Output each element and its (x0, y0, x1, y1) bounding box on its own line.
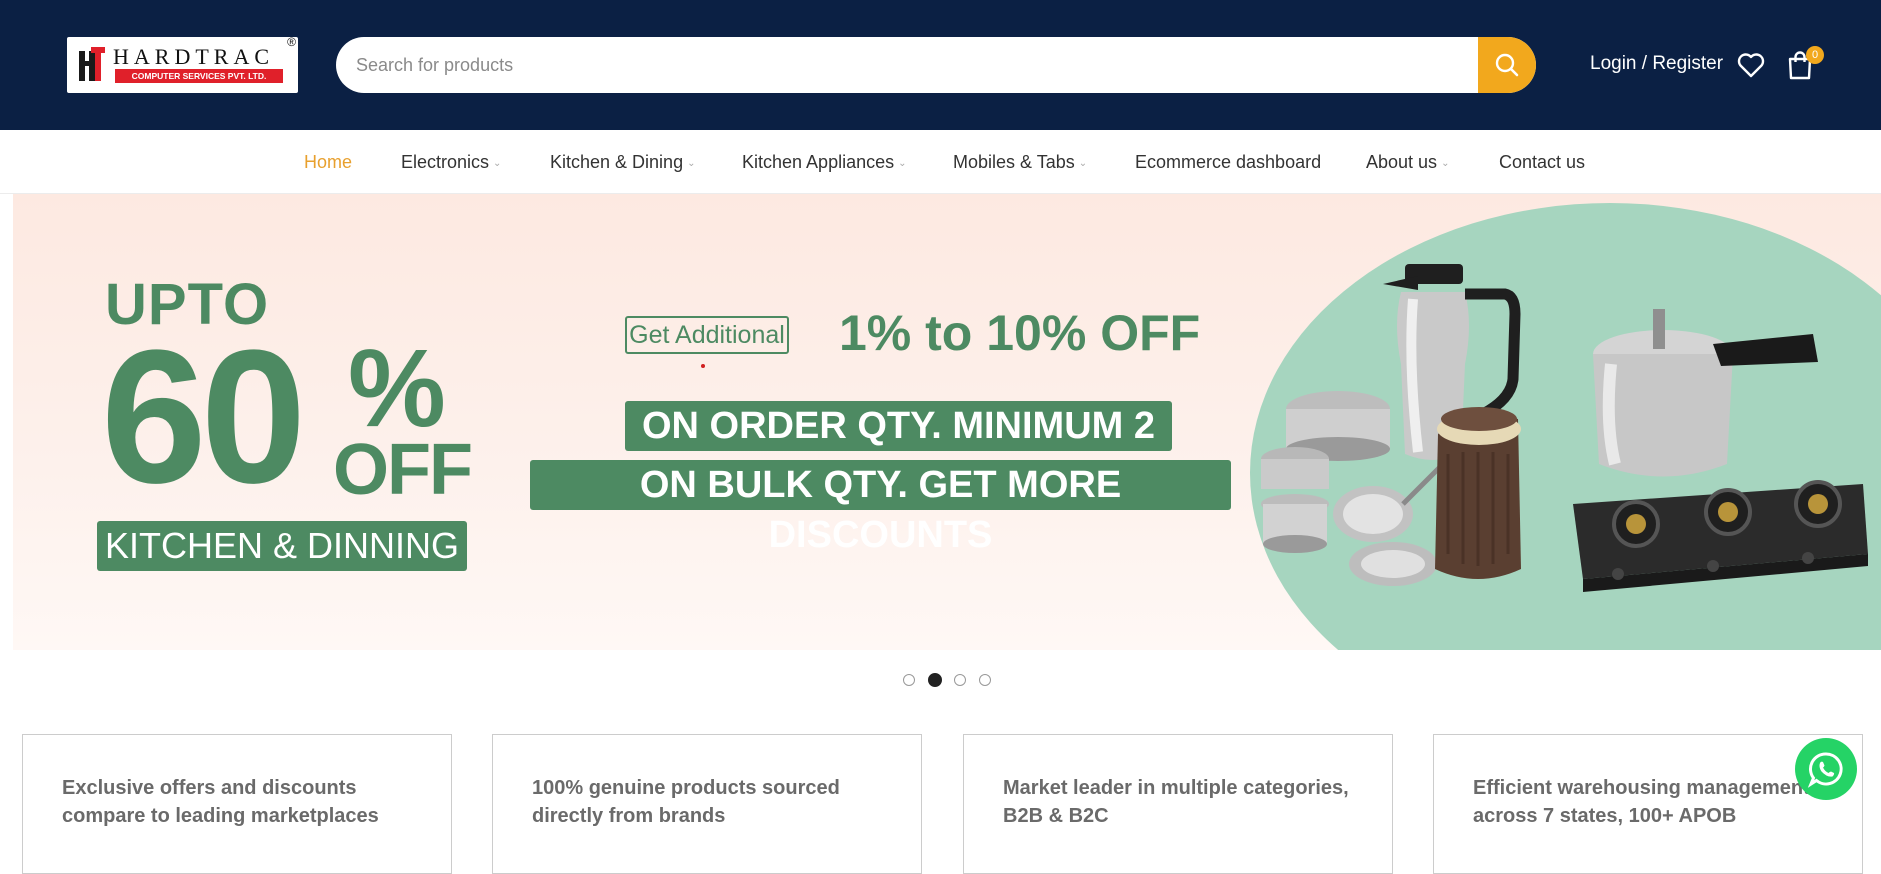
whatsapp-icon (1807, 752, 1843, 788)
pressure-cooker-icon (1593, 309, 1818, 477)
nav-item-home[interactable]: Home (304, 152, 352, 173)
slider-dot-1[interactable] (903, 674, 915, 686)
kitchen-products-image (1261, 264, 1868, 592)
feature-card: 100% genuine products sourced directly f… (492, 734, 922, 874)
chevron-down-icon: ⌄ (687, 157, 696, 169)
nav-label: About us (1366, 152, 1438, 172)
banner-off: OFF (333, 430, 473, 510)
chevron-down-icon: ⌄ (1441, 157, 1450, 169)
banner-get-additional: Get Additional (625, 316, 789, 354)
search-icon (1495, 53, 1519, 77)
slider-pagination (903, 673, 1003, 688)
nav-label: Home (304, 152, 353, 172)
chevron-down-icon: ⌄ (1078, 157, 1088, 169)
nav-label: Ecommerce dashboard (1135, 152, 1322, 172)
banner-percent: % (348, 327, 446, 450)
banner-range-off: 1% to 10% OFF (839, 305, 1201, 361)
feature-card: Market leader in multiple categories, B2… (963, 734, 1393, 874)
feature-text: Market leader in multiple categories, B2… (1003, 777, 1349, 827)
search-bar (336, 37, 1536, 93)
logo-registered-mark: ® (287, 35, 296, 49)
nav-label: Kitchen & Dining (550, 152, 684, 172)
logo-mark-icon (79, 47, 105, 81)
nav-item-electronics[interactable]: Electronics ⌄ (401, 152, 501, 173)
feature-text: Exclusive offers and discounts compare t… (62, 777, 379, 827)
site-logo[interactable]: HARDTRAC ® COMPUTER SERVICES PVT. LTD. (67, 35, 298, 93)
nav-item-about-us[interactable]: About us ⌄ (1366, 152, 1449, 173)
hero-banner[interactable]: UPTO 60 % OFF KITCHEN & DINNING Get Addi… (13, 194, 1881, 650)
gas-stove-icon (1573, 480, 1868, 592)
search-button[interactable] (1478, 37, 1536, 93)
search-input[interactable] (336, 37, 1476, 93)
banner-red-dot (701, 364, 705, 368)
logo-tagline: COMPUTER SERVICES PVT. LTD. (115, 69, 283, 83)
nav-label: Contact us (1499, 152, 1586, 172)
nav-item-contact-us[interactable]: Contact us (1499, 152, 1585, 173)
nav-label: Mobiles & Tabs (953, 152, 1075, 172)
slider-dot-2[interactable] (928, 673, 942, 687)
nav-item-kitchen-dining[interactable]: Kitchen & Dining ⌄ (550, 152, 695, 173)
banner-category-label: KITCHEN & DINNING (97, 521, 467, 571)
whatsapp-button[interactable] (1795, 738, 1857, 800)
logo-name: HARDTRAC (113, 44, 275, 69)
nav-item-mobiles-tabs[interactable]: Mobiles & Tabs ⌄ (953, 152, 1087, 173)
nav-label: Electronics (401, 152, 490, 172)
site-header: HARDTRAC ® COMPUTER SERVICES PVT. LTD. L… (0, 0, 1881, 130)
login-register-link[interactable]: Login / Register (1590, 53, 1723, 75)
feature-text: 100% genuine products sourced directly f… (532, 777, 840, 827)
banner-bulk-strip: ON BULK QTY. GET MORE DISCOUNTS (530, 460, 1231, 556)
banner-big-number: 60 (101, 311, 306, 523)
cart-count-badge: 0 (1806, 46, 1824, 64)
nav-item-kitchen-appliances[interactable]: Kitchen Appliances ⌄ (742, 152, 907, 173)
slider-dot-4[interactable] (979, 674, 991, 686)
main-nav: Home Electronics ⌄ Kitchen & Dining ⌄ Kitc… (0, 130, 1881, 194)
feature-card: Exclusive offers and discounts compare t… (22, 734, 452, 874)
nav-item-ecommerce-dashboard[interactable]: Ecommerce dashboard (1135, 152, 1321, 173)
slider-dot-3[interactable] (954, 674, 966, 686)
fry-pans-icon (1333, 452, 1455, 586)
heart-icon[interactable] (1737, 52, 1765, 78)
feature-text: Efficient warehousing management across … (1473, 777, 1810, 827)
chevron-down-icon: ⌄ (493, 157, 502, 169)
nav-label: Kitchen Appliances (742, 152, 895, 172)
casserole-icon (1435, 407, 1521, 579)
chevron-down-icon: ⌄ (898, 157, 907, 169)
banner-min-order-strip: ON ORDER QTY. MINIMUM 2 (625, 401, 1172, 451)
